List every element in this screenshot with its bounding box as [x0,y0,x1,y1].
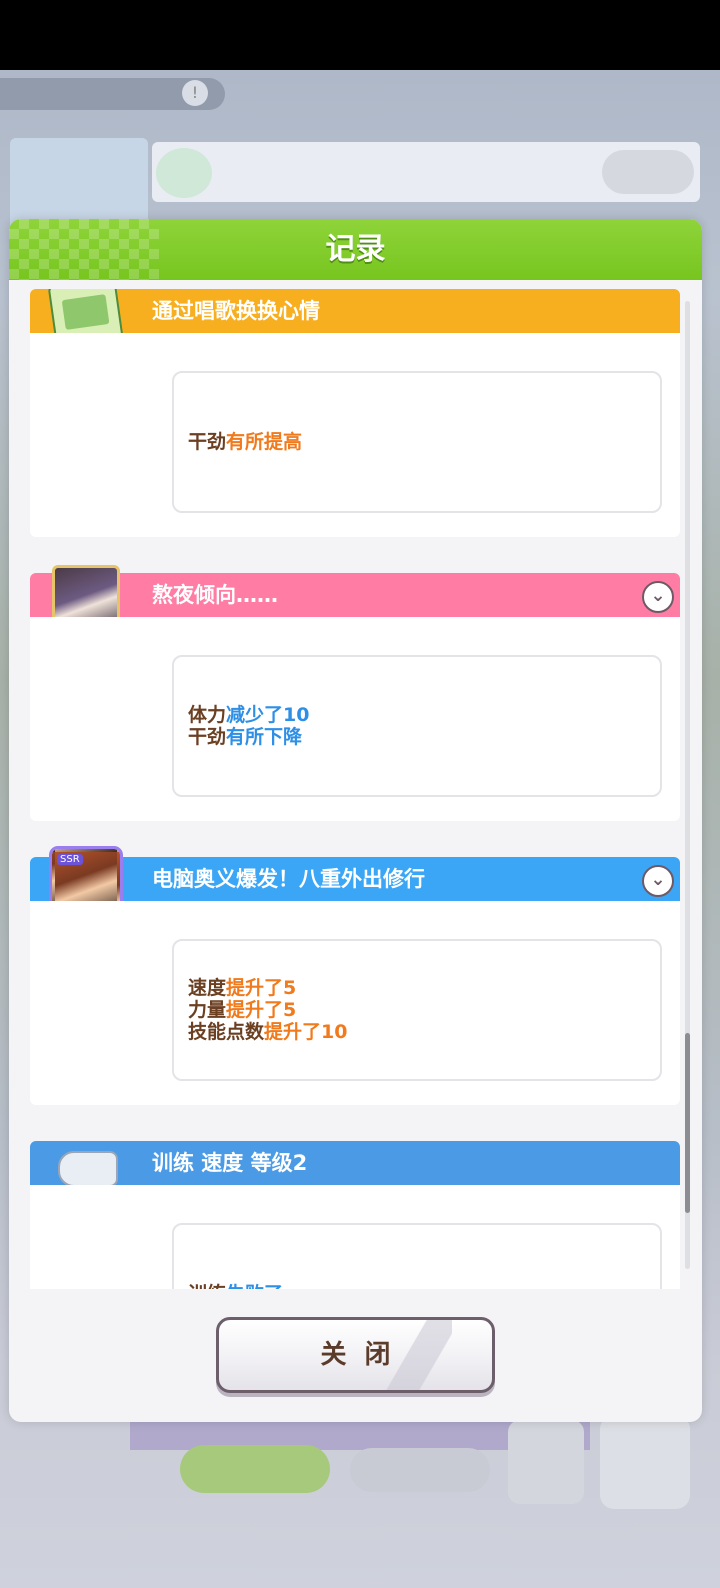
modal-title: 记录 [325,232,386,267]
stat-change: 减少了10 [226,704,310,726]
log-list-inner: 通过唱歌换换心情 干劲有所提高 熬夜倾向…… ⌄ 体力减少了10 干劲有所下降 SSR 电脑奥… [30,289,680,1289]
log-list[interactable]: 通过唱歌换换心情 干劲有所提高 熬夜倾向…… ⌄ 体力减少了10 干劲有所下降 SSR 电脑奥… [30,289,680,1289]
stat-change: 有所提高 [226,431,303,453]
stat-name: 训练 [188,1283,226,1289]
status-bar [0,0,720,70]
log-entry: 训练 速度 等级2 训练失败了…… [30,1133,680,1289]
entry-title: 电脑奥义爆发！八重外出修行 [152,867,425,891]
result-line: 力量提升了5 [188,999,648,1021]
info-icon: ! [182,80,208,106]
entry-header-bar[interactable] [30,573,680,617]
close-button[interactable]: 关闭 [216,1317,495,1393]
result-line: 速度提升了5 [188,977,648,999]
stat-name: 体力 [188,704,227,726]
entry-title: 通过唱歌换换心情 [152,299,320,323]
entry-title: 训练 速度 等级2 [152,1151,308,1175]
chevron-down-icon[interactable]: ⌄ [642,865,674,897]
scrollbar-thumb[interactable] [685,1033,690,1213]
result-lines: 速度提升了5 力量提升了5 技能点数提升了10 [188,977,648,1043]
stat-change: 提升了10 [264,1021,348,1043]
modal-header: 记录 [9,219,702,280]
background-gray-button [350,1448,490,1492]
stat-name: 干劲 [188,431,227,453]
log-entry: 熬夜倾向…… ⌄ 体力减少了10 干劲有所下降 [30,565,680,831]
entry-header-bar [30,289,680,333]
stat-name: 技能点数 [188,1021,265,1043]
result-line: 训练失败了…… [188,1283,648,1289]
background-log-button [508,1420,584,1504]
background-menu-button [600,1415,690,1509]
result-line: 体力减少了10 [188,704,648,726]
stat-change: 提升了5 [226,999,297,1021]
stat-change: 失败了…… [226,1283,321,1289]
close-button-label: 关闭 [320,1340,409,1370]
result-line: 干劲有所提高 [188,431,648,453]
result-lines: 体力减少了10 干劲有所下降 [188,704,648,748]
stat-change: 提升了5 [226,977,297,999]
chevron-down-icon[interactable]: ⌄ [642,581,674,613]
result-box [172,1223,662,1289]
stat-name: 力量 [188,999,227,1021]
banner-button [602,150,694,194]
stat-name: 速度 [188,977,227,999]
ssr-badge: SSR [57,854,83,865]
background-banner [152,142,700,202]
scrollbar[interactable] [685,301,690,1269]
result-lines: 干劲有所提高 [188,431,648,453]
log-entry: SSR 电脑奥义爆发！八重外出修行 ⌄ 速度提升了5 力量提升了5 技能点数提升了10 [30,846,680,1115]
chat-bubble-icon [156,148,212,198]
entry-header-bar [30,1141,680,1185]
background-green-button [180,1445,330,1493]
stat-name: 干劲 [188,726,227,748]
log-entry: 通过唱歌换换心情干劲有所提高 [30,289,680,547]
result-lines: 训练失败了…… [188,1283,648,1289]
log-modal: 记录 通过唱歌换换心情 干劲有所提高 熬夜倾向…… ⌄ 体力减少了10 干劲有所下降 SSR… [9,219,702,1422]
result-line: 技能点数提升了10 [188,1021,648,1043]
stat-change: 有所下降 [226,726,303,748]
entry-title: 熬夜倾向…… [152,583,278,607]
result-line: 干劲有所下降 [188,726,648,748]
